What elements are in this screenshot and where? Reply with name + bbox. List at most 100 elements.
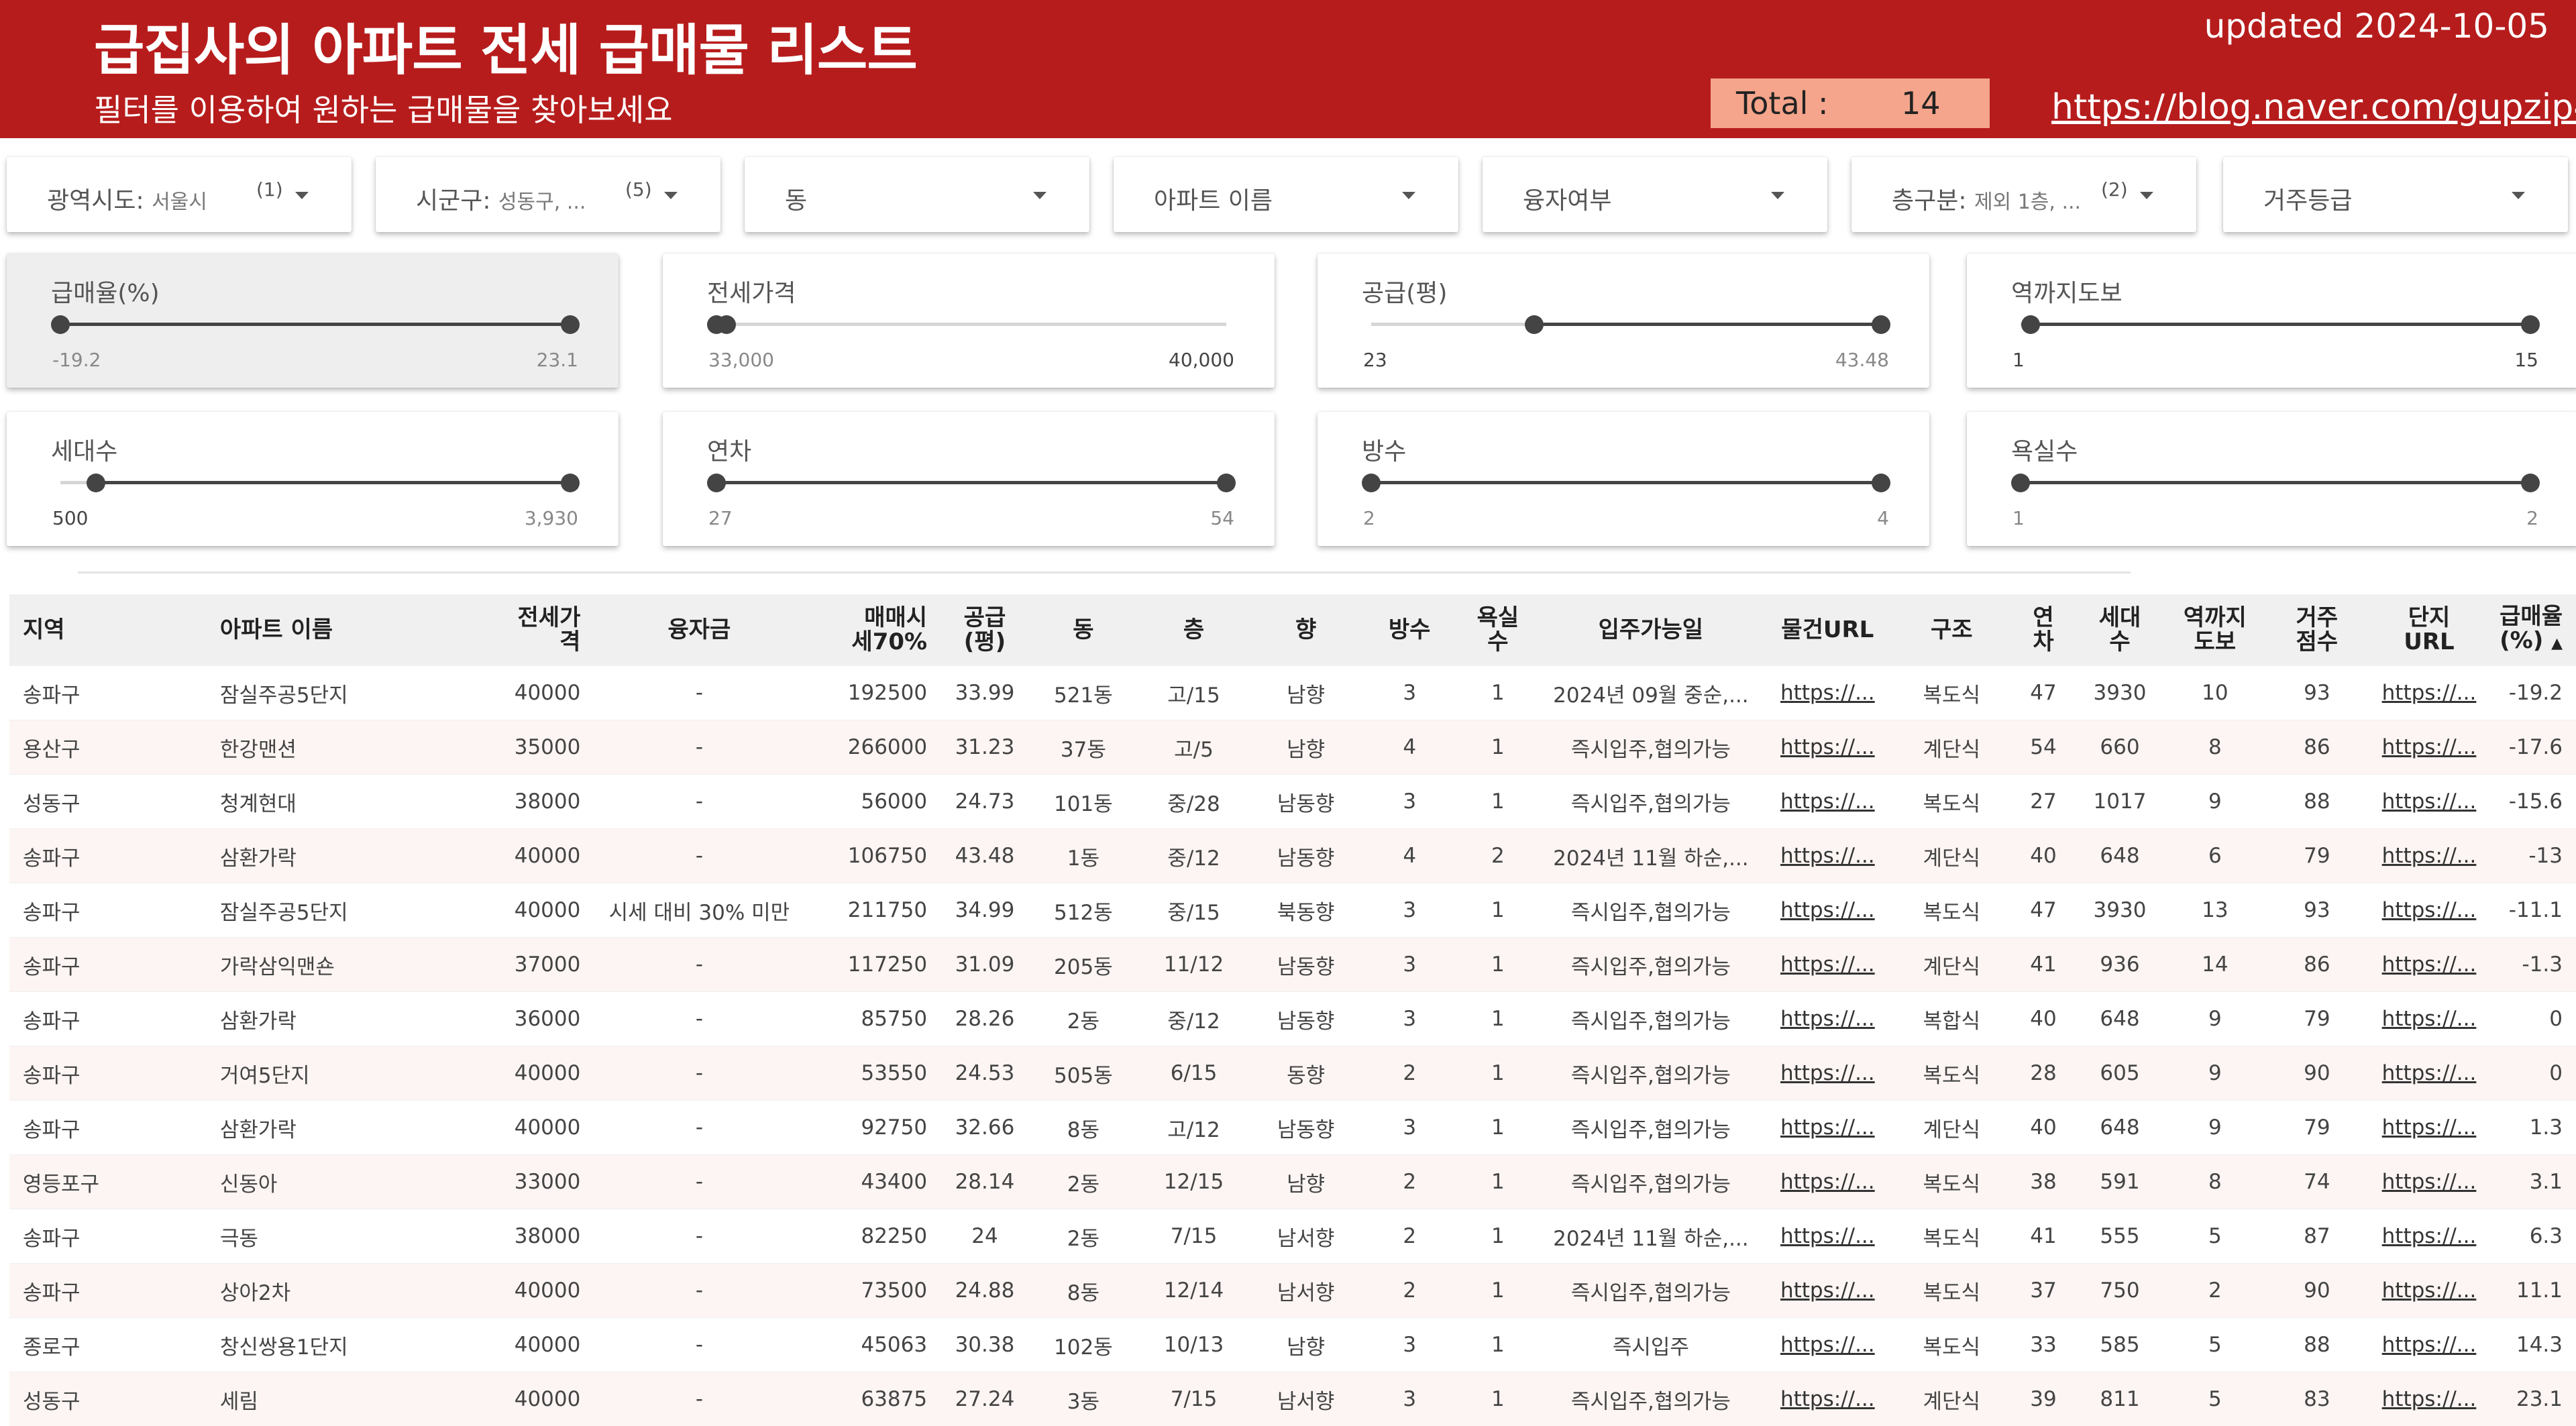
col-listing-url-cell[interactable]: https://... bbox=[1763, 1372, 1892, 1426]
slider-track[interactable] bbox=[51, 315, 580, 334]
slider-track[interactable] bbox=[707, 474, 1236, 492]
col-complex-url-cell[interactable]: https://... bbox=[2367, 991, 2491, 1046]
slider-low-handle[interactable] bbox=[1362, 474, 1381, 492]
col-complex-url-cell[interactable]: https://... bbox=[2367, 1046, 2491, 1101]
col-apartment-name-header[interactable]: 아파트 이름 bbox=[206, 594, 458, 666]
col-complex-url-cell[interactable]: https://... bbox=[2367, 720, 2491, 775]
col-listing-url-cell[interactable]: https://... bbox=[1763, 665, 1892, 720]
col-bathrooms-header[interactable]: 욕실 수 bbox=[1457, 594, 1539, 666]
col-complex-url-cell[interactable]: https://... bbox=[2367, 774, 2491, 829]
slider-track[interactable] bbox=[707, 315, 1226, 334]
col-complex-url-cell[interactable]: https://... bbox=[2367, 828, 2491, 883]
filter-floor[interactable]: 층구분: 제외 1층, ... (2) bbox=[1851, 157, 2196, 232]
filter-dong[interactable]: 동 bbox=[745, 157, 1089, 232]
slider-high-handle[interactable] bbox=[561, 315, 580, 334]
table-row[interactable]: 송파구 삼환가락 36000-85750 28.26 2동 중/12 남동향 3 1 즉시입주,협… bbox=[9, 991, 2576, 1046]
col-age-header[interactable]: 연차 bbox=[2010, 594, 2076, 666]
col-listing-url-cell[interactable]: https://... bbox=[1763, 828, 1892, 883]
slider-low-handle[interactable] bbox=[707, 474, 726, 492]
col-listing-url-cell[interactable]: https://... bbox=[1763, 1263, 1892, 1318]
slider-low-handle[interactable] bbox=[87, 474, 106, 492]
slider-high-handle[interactable] bbox=[561, 474, 580, 492]
col-complex-url-cell[interactable]: https://... bbox=[2367, 1209, 2491, 1264]
slider-bathrooms[interactable]: 욕실수 1 2 bbox=[1967, 412, 2576, 546]
col-region-header[interactable]: 지역 bbox=[9, 594, 207, 666]
table-row[interactable]: 성동구 청계현대 38000-56000 24.73 101동 중/28 남동향 3 1 즉시입주… bbox=[9, 774, 2576, 829]
col-complex-url-header[interactable]: 단지 URL bbox=[2367, 594, 2491, 666]
slider-building-age[interactable]: 연차 27 54 bbox=[663, 412, 1275, 546]
table-row[interactable]: 용산구 한강맨션 35000-266000 31.23 37동 고/5 남향 4 1 즉시입주,협… bbox=[9, 720, 2576, 775]
slider-track[interactable] bbox=[2021, 315, 2540, 334]
slider-low-handle[interactable] bbox=[51, 315, 70, 334]
col-residence-score-header[interactable]: 거주 점수 bbox=[2265, 594, 2368, 666]
col-move-in-date-header[interactable]: 입주가능일 bbox=[1538, 594, 1764, 666]
filter-district[interactable]: 시군구: 성동구, ... (5) bbox=[376, 157, 720, 232]
table-row[interactable]: 송파구 거여5단지 40000-53550 24.53 505동 6/15 동향 2 1 즉시입주… bbox=[9, 1046, 2576, 1101]
col-listing-url-cell[interactable]: https://... bbox=[1763, 991, 1892, 1046]
col-listing-url-cell[interactable]: https://... bbox=[1763, 1046, 1892, 1101]
col-rooms-header[interactable]: 방수 bbox=[1362, 594, 1458, 666]
slider-high-handle[interactable] bbox=[2521, 474, 2540, 492]
col-listing-url-cell[interactable]: https://... bbox=[1763, 1209, 1892, 1264]
slider-high-handle[interactable] bbox=[1217, 474, 1236, 492]
table-row[interactable]: 영등포구 신동아 33000-43400 28.14 2동 12/15 남향 2 1 즉시입주,협… bbox=[9, 1154, 2576, 1209]
slider-supply-area[interactable]: 공급(평) 23 43.48 bbox=[1318, 254, 1929, 388]
col-complex-url-cell[interactable]: https://... bbox=[2367, 1263, 2491, 1318]
table-row[interactable]: 송파구 가락삼익맨숀 37000-117250 31.09 205동 11/12 남동향 3 1… bbox=[9, 937, 2576, 992]
table-row[interactable]: 송파구 극동 38000-82250 24 2동 7/15 남서향 2 1 2024년 11월 하… bbox=[9, 1209, 2576, 1264]
col-listing-url-cell[interactable]: https://... bbox=[1763, 1100, 1892, 1155]
table-row[interactable]: 송파구 잠실주공5단지 40000 시세 대비 30% 미만 211750 34.99 51… bbox=[9, 883, 2576, 938]
table-row[interactable]: 성동구 세림 40000-63875 27.24 3동 7/15 남서향 3 1 즉시입주,협의가… bbox=[9, 1372, 2576, 1426]
table-row[interactable]: 종로구 창신쌍용1단지 40000-45063 30.38 102동 10/13 남향 3 1 즉… bbox=[9, 1317, 2576, 1372]
col-supply-area-header[interactable]: 공급 (평) bbox=[941, 594, 1029, 666]
col-walk-to-station-header[interactable]: 역까지 도보 bbox=[2163, 594, 2266, 666]
filter-region[interactable]: 광역시도: 서울시 (1) bbox=[7, 157, 352, 232]
table-row[interactable]: 송파구 삼환가락 40000-106750 43.48 1동 중/12 남동향 4 2 2024년… bbox=[9, 828, 2576, 883]
col-complex-url-cell[interactable]: https://... bbox=[2367, 1100, 2491, 1155]
col-loan-header[interactable]: 융자금 bbox=[594, 594, 805, 666]
slider-households[interactable]: 세대수 500 3,930 bbox=[7, 412, 619, 546]
slider-discount-rate[interactable]: 급매율(%) -19.2 23.1 bbox=[7, 254, 619, 388]
col-listing-url-header[interactable]: 물건URL bbox=[1763, 594, 1892, 666]
slider-track[interactable] bbox=[2011, 474, 2540, 492]
col-discount-rate-header[interactable]: 급매율 (%) ▲ bbox=[2490, 594, 2576, 666]
col-listing-url-cell[interactable]: https://... bbox=[1763, 774, 1892, 829]
col-complex-url-cell[interactable]: https://... bbox=[2367, 665, 2491, 720]
table-row[interactable]: 송파구 삼환가락 40000-92750 32.66 8동 고/12 남동향 3 1 즉시입주,협… bbox=[9, 1100, 2576, 1155]
slider-low-handle[interactable] bbox=[2021, 315, 2041, 334]
table-row[interactable]: 송파구 상아2차 40000-73500 24.88 8동 12/14 남서향 2 1 즉시입주,… bbox=[9, 1263, 2576, 1318]
col-floor-header[interactable]: 층 bbox=[1137, 594, 1250, 666]
col-building-header[interactable]: 동 bbox=[1028, 594, 1138, 666]
filter-apartment-name[interactable]: 아파트 이름 bbox=[1114, 157, 1458, 232]
col-complex-url-cell[interactable]: https://... bbox=[2367, 1317, 2491, 1372]
table-row[interactable]: 송파구 잠실주공5단지 40000-192500 33.99 521동 고/15 남향 3 1 2… bbox=[9, 665, 2576, 720]
slider-rooms[interactable]: 방수 2 4 bbox=[1318, 412, 1929, 546]
col-jeonse-price-header[interactable]: 전세가 격 bbox=[458, 594, 594, 666]
slider-jeonse-price[interactable]: 전세가격 33,000 40,000 bbox=[663, 254, 1275, 388]
slider-track[interactable] bbox=[1362, 474, 1890, 492]
slider-track[interactable] bbox=[1371, 315, 1890, 334]
col-listing-url-cell[interactable]: https://... bbox=[1763, 883, 1892, 938]
col-complex-url-cell[interactable]: https://... bbox=[2367, 1154, 2491, 1209]
col-listing-url-cell[interactable]: https://... bbox=[1763, 1154, 1892, 1209]
col-listing-url-cell[interactable]: https://... bbox=[1763, 720, 1892, 775]
filter-loan[interactable]: 융자여부 bbox=[1483, 157, 1827, 232]
col-complex-url-cell[interactable]: https://... bbox=[2367, 937, 2491, 992]
slider-high-handle[interactable] bbox=[1872, 315, 1890, 334]
slider-high-handle[interactable] bbox=[1872, 474, 1890, 492]
slider-low-handle[interactable] bbox=[1525, 315, 1544, 334]
col-direction-header[interactable]: 향 bbox=[1250, 594, 1362, 666]
col-listing-url-cell[interactable]: https://... bbox=[1763, 1317, 1892, 1372]
filter-residence-grade[interactable]: 거주등급 bbox=[2223, 157, 2568, 232]
slider-high-handle[interactable] bbox=[2521, 315, 2540, 334]
slider-track[interactable] bbox=[60, 474, 580, 492]
col-structure-header[interactable]: 구조 bbox=[1892, 594, 2011, 666]
slider-walk-to-station[interactable]: 역까지도보 1 15 bbox=[1967, 254, 2576, 388]
col-households-header[interactable]: 세대 수 bbox=[2076, 594, 2164, 666]
col-listing-url-cell[interactable]: https://... bbox=[1763, 937, 1892, 992]
slider-low-handle[interactable] bbox=[2011, 474, 2030, 492]
col-complex-url-cell[interactable]: https://... bbox=[2367, 1372, 2491, 1426]
slider-high-handle[interactable] bbox=[717, 315, 737, 334]
col-complex-url-cell[interactable]: https://... bbox=[2367, 883, 2491, 938]
col-sale-price-70-header[interactable]: 매매시 세70% bbox=[804, 594, 941, 666]
